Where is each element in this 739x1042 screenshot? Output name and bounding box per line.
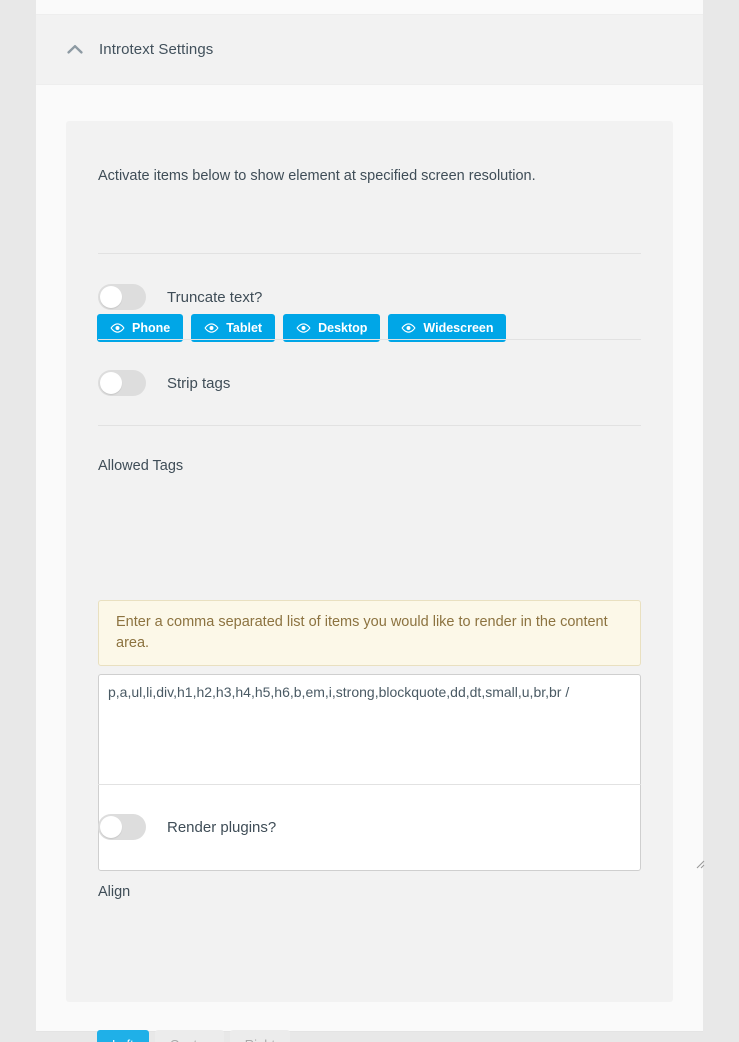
toggle-row-render-plugins: Render plugins? [98,814,276,840]
introtext-settings-panel: Activate items below to show element at … [66,121,705,1042]
truncate-text-label: Truncate text? [167,288,263,306]
device-button-phone[interactable]: Phone [97,314,184,342]
accordion-title: Introtext Settings [99,41,214,58]
align-button-label: Left [112,1037,134,1042]
allowed-tags-help-text: Enter a comma separated list of items yo… [98,600,641,667]
align-button-centre[interactable]: Centre [154,1030,224,1042]
eye-icon [110,323,125,333]
screenshot-root: Introtext Settings Activate items below … [0,0,739,1042]
device-button-tablet[interactable]: Tablet [191,314,276,342]
align-button-label: Centre [170,1037,209,1042]
device-button-label: Tablet [226,321,263,335]
eye-icon [204,323,219,333]
device-visibility-group: Phone Tablet Desktop Widescreen [97,314,507,342]
eye-icon [401,323,416,333]
strip-tags-toggle[interactable] [98,370,146,396]
align-label: Align [98,884,131,900]
render-plugins-toggle[interactable] [98,814,146,840]
eye-icon [296,323,311,333]
device-button-desktop[interactable]: Desktop [283,314,381,342]
render-plugins-label: Render plugins? [167,818,277,836]
device-button-widescreen[interactable]: Widescreen [388,314,507,342]
align-button-right[interactable]: Right [229,1030,291,1042]
toggle-knob [100,286,122,308]
lead-description: Activate items below to show element at … [98,168,536,184]
toggle-knob [100,816,122,838]
device-button-label: Desktop [318,321,368,335]
allowed-tags-label: Allowed Tags [98,458,184,474]
truncate-text-toggle[interactable] [98,284,146,310]
divider [98,784,641,785]
divider [98,253,641,254]
device-button-label: Phone [132,321,171,335]
accordion-header[interactable]: Introtext Settings [36,14,703,85]
align-button-left[interactable]: Left [97,1030,149,1042]
align-button-group: Left Centre Right [97,1030,291,1042]
strip-tags-label: Strip tags [167,374,231,392]
toggle-knob [100,372,122,394]
divider [98,425,641,426]
toggle-row-strip-tags: Strip tags [98,370,230,396]
divider [98,339,641,340]
allowed-tags-input[interactable] [98,674,641,871]
device-button-label: Widescreen [423,321,494,335]
chevron-up-icon[interactable] [62,37,88,63]
toggle-row-truncate-text: Truncate text? [98,284,262,310]
align-button-label: Right [245,1037,275,1042]
